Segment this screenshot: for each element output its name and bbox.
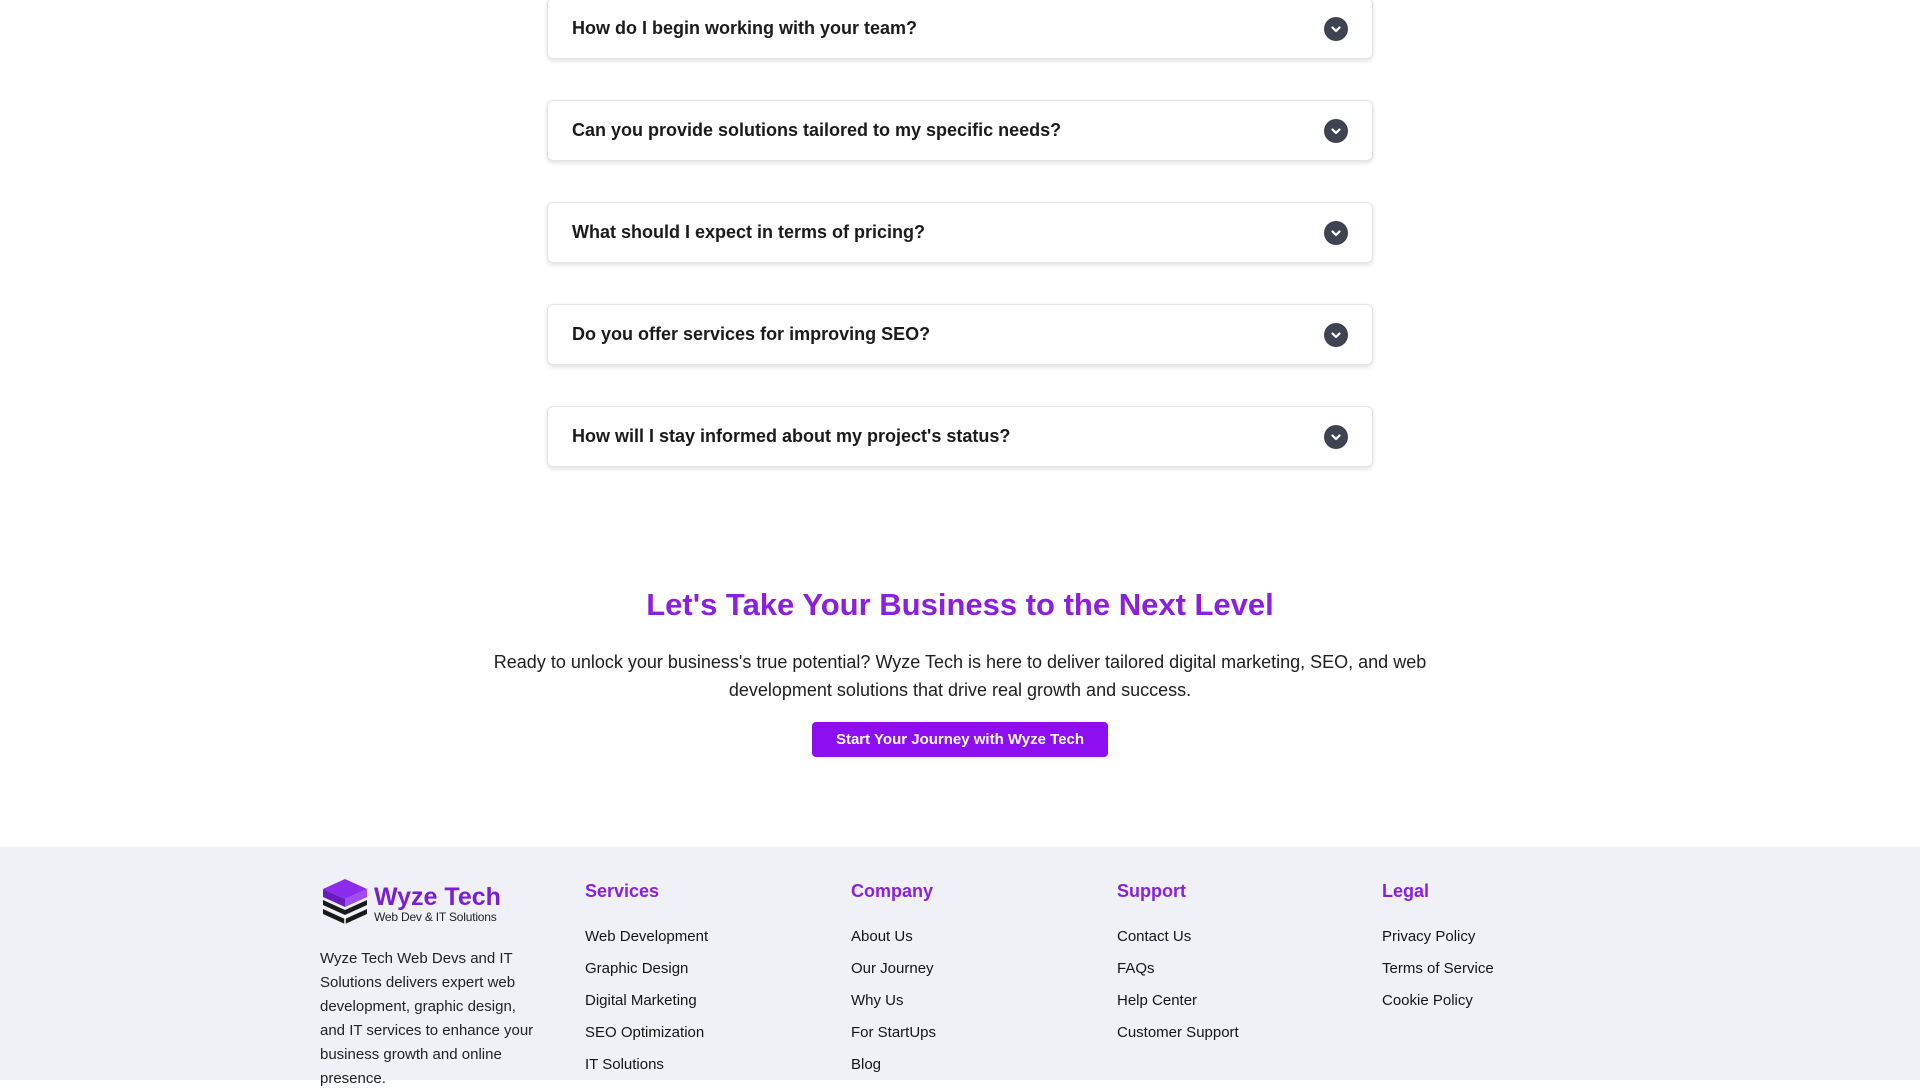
footer-link[interactable]: Graphic Design <box>585 953 708 985</box>
faq-item[interactable]: Do you offer services for improving SEO? <box>547 304 1373 365</box>
column-title: Services <box>585 881 660 901</box>
footer-link[interactable]: Why Us <box>851 985 936 1017</box>
footer-column-legal: Legal Privacy Policy Terms of Service Co… <box>1382 881 1494 1017</box>
chevron-down-icon[interactable] <box>1324 322 1348 347</box>
footer-link[interactable]: IT Solutions <box>585 1049 708 1081</box>
chevron-down-icon[interactable] <box>1324 16 1348 41</box>
faq-question: Do you offer services for improving SEO? <box>572 324 931 344</box>
footer-link[interactable]: Blog <box>851 1049 936 1081</box>
footer-link[interactable]: Help Center <box>1117 985 1239 1017</box>
footer: Wyze Tech Web Dev & IT Solutions Wyze Te… <box>0 847 1920 1087</box>
faq-question: How do I begin working with your team? <box>572 18 918 38</box>
chevron-down-icon[interactable] <box>1324 220 1348 245</box>
chevron-down-icon[interactable] <box>1324 424 1348 449</box>
footer-link[interactable]: Web Development <box>585 921 708 953</box>
footer-link[interactable]: Contact Us <box>1117 921 1239 953</box>
column-title: Support <box>1117 881 1186 901</box>
footer-column-company: Company About Us Our Journey Why Us For … <box>851 881 936 1081</box>
footer-link[interactable]: Cookie Policy <box>1382 985 1494 1017</box>
footer-link[interactable]: Privacy Policy <box>1382 921 1494 953</box>
chevron-down-icon[interactable] <box>1324 118 1348 143</box>
footer-link[interactable]: For StartUps <box>851 1017 936 1049</box>
footer-link[interactable]: FAQs <box>1117 953 1239 985</box>
footer-link[interactable]: Terms of Service <box>1382 953 1494 985</box>
brand-name: Wyze Tech <box>374 883 501 911</box>
brand-description: Wyze Tech Web Devs and IT Solutions deli… <box>320 950 534 1087</box>
faq-item[interactable]: How will I stay informed about my projec… <box>547 406 1373 467</box>
footer-link[interactable]: Digital Marketing <box>585 985 708 1017</box>
faq-question: How will I stay informed about my projec… <box>572 426 1011 446</box>
footer-column-support: Support Contact Us FAQs Help Center Cust… <box>1117 881 1239 1049</box>
footer-link[interactable]: About Us <box>851 921 936 953</box>
faq-question: Can you provide solutions tailored to my… <box>572 120 1062 140</box>
faq-item[interactable]: Can you provide solutions tailored to my… <box>547 100 1373 161</box>
footer-column-services: Services Web Development Graphic Design … <box>585 881 708 1081</box>
cta-section: Let's Take Your Business to the Next Lev… <box>0 580 1920 757</box>
footer-link[interactable]: SEO Optimization <box>585 1017 708 1049</box>
footer-brand: Wyze Tech Web Dev & IT Solutions Wyze Te… <box>320 877 540 1091</box>
column-title: Company <box>851 881 934 901</box>
cta-text: Ready to unlock your business's true pot… <box>493 652 1427 700</box>
footer-link[interactable]: Our Journey <box>851 953 936 985</box>
cta-title: Let's Take Your Business to the Next Lev… <box>646 587 1274 622</box>
start-journey-button[interactable]: Start Your Journey with Wyze Tech <box>811 722 1109 757</box>
faq-item[interactable]: How do I begin working with your team? <box>547 0 1373 59</box>
stacked-books-logo-icon <box>323 879 367 924</box>
faq-question: What should I expect in terms of pricing… <box>572 222 926 242</box>
faq-list: How do I begin working with your team? C… <box>547 0 1373 508</box>
logo[interactable]: Wyze Tech Web Dev & IT Solutions <box>320 877 540 931</box>
column-title: Legal <box>1382 881 1430 901</box>
brand-tagline: Web Dev & IT Solutions <box>374 910 497 924</box>
faq-item[interactable]: What should I expect in terms of pricing… <box>547 202 1373 263</box>
footer-link[interactable]: Customer Support <box>1117 1017 1239 1049</box>
